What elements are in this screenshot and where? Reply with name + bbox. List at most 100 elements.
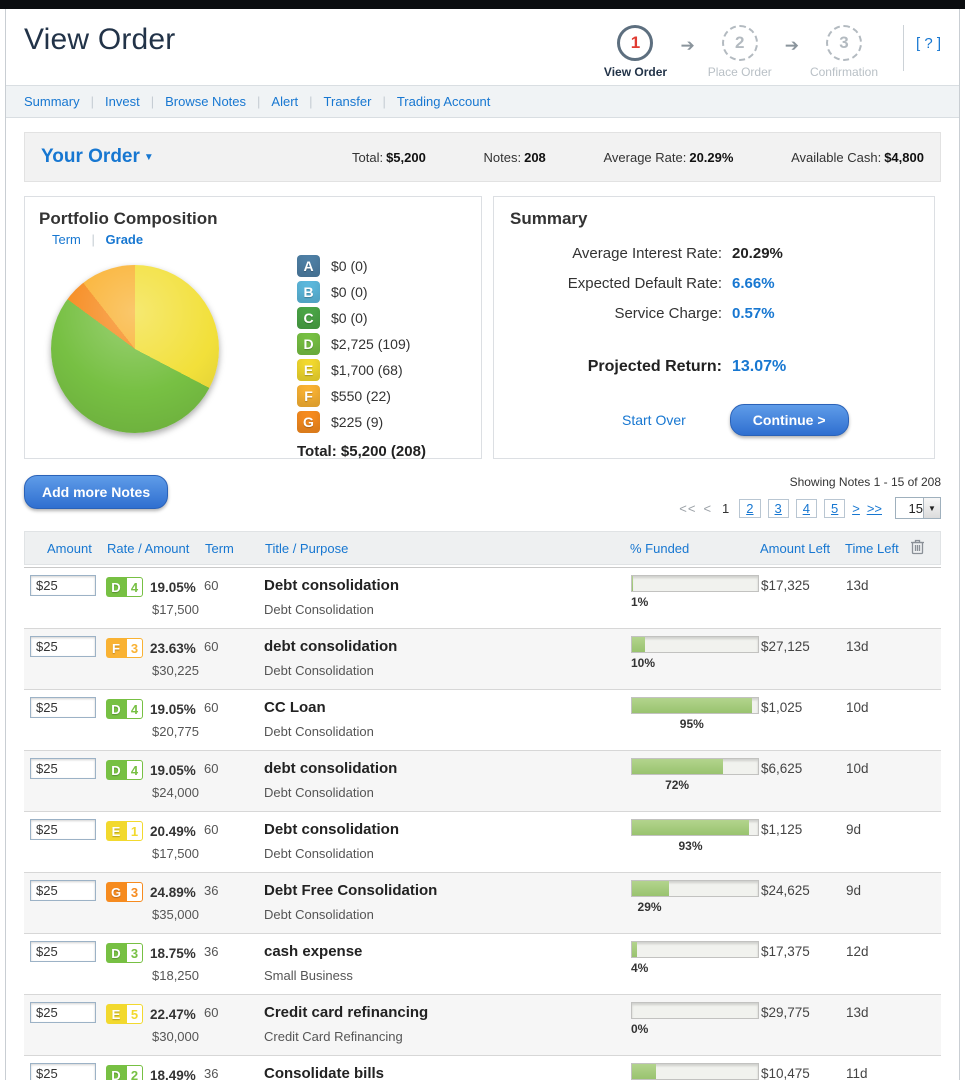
note-title[interactable]: debt consolidation (264, 636, 631, 660)
note-title[interactable]: Debt Free Consolidation (264, 880, 631, 904)
col-funded: % Funded (630, 541, 760, 556)
term-value: 36 (204, 1063, 264, 1080)
note-title[interactable]: Debt consolidation (264, 819, 631, 843)
rate-cell: E 5 22.47% (106, 1002, 204, 1026)
rate-cell: D 4 19.05% (106, 758, 204, 782)
note-title[interactable]: cash expense (264, 941, 631, 965)
funded-percent-label: 29% (638, 900, 662, 914)
interest-rate: 19.05% (150, 702, 196, 717)
notes-table-header: Amount Rate / Amount Term Title / Purpos… (24, 531, 941, 565)
legend-item: C $0 (0) (297, 305, 410, 331)
amount-left-value: $17,325 (761, 575, 846, 599)
note-title[interactable]: Debt consolidation (264, 575, 631, 599)
note-title[interactable]: Consolidate bills (264, 1063, 631, 1080)
col-title-purpose: Title / Purpose (265, 541, 630, 556)
pager-prev[interactable]: < (703, 501, 712, 516)
tab-term[interactable]: Term (52, 232, 81, 247)
note-amount-input[interactable] (30, 1002, 96, 1023)
funded-progress-bar (631, 880, 759, 897)
time-left-value: 9d (846, 819, 911, 843)
summary-panel: Summary Average Interest Rate:20.29% Exp… (493, 196, 935, 459)
nav-separator: | (257, 94, 260, 109)
pager-last[interactable]: >> (867, 501, 882, 516)
continue-button[interactable]: Continue > (730, 404, 849, 436)
funded-progress-fill (632, 759, 723, 774)
grade-subgrade: 3 (126, 943, 143, 963)
loan-amount: $17,500 (106, 602, 204, 622)
loan-amount: $24,000 (106, 785, 204, 805)
funded-cell: 19% (631, 1063, 761, 1080)
page-size-select[interactable]: 15 ▼ (895, 497, 941, 519)
note-amount-input[interactable] (30, 819, 96, 840)
term-value: 60 (204, 636, 264, 660)
nav-item-invest[interactable]: Invest (105, 94, 140, 109)
note-amount-input[interactable] (30, 758, 96, 779)
pager-first[interactable]: << (679, 501, 696, 516)
nav-item-browse-notes[interactable]: Browse Notes (165, 94, 246, 109)
nav-item-transfer[interactable]: Transfer (324, 94, 372, 109)
interest-rate: 18.75% (150, 946, 196, 961)
col-amount-left: Amount Left (760, 541, 845, 556)
tab-separator: | (92, 232, 95, 247)
nav-item-trading-account[interactable]: Trading Account (397, 94, 490, 109)
table-row: D 4 19.05% $24,000 60 debt consolidation… (24, 750, 941, 811)
note-title[interactable]: debt consolidation (264, 758, 631, 782)
time-left-value: 12d (846, 941, 911, 965)
step-confirmation: 3 Confirmation (801, 25, 887, 79)
term-value: 36 (204, 880, 264, 904)
pager-page-3[interactable]: 3 (768, 499, 789, 518)
funded-progress-bar (631, 819, 759, 836)
table-row: D 2 18.49% $13,000 36 Consolidate bills … (24, 1055, 941, 1080)
delete-all-trash-icon[interactable] (910, 538, 940, 558)
grade-swatch: G (297, 411, 320, 433)
grade-badge: D 4 (106, 699, 143, 719)
rate-cell: G 3 24.89% (106, 880, 204, 904)
grade-swatch: B (297, 281, 320, 303)
nav-item-alert[interactable]: Alert (271, 94, 298, 109)
table-row: G 3 24.89% $35,000 36 Debt Free Consolid… (24, 872, 941, 933)
note-purpose: Debt Consolidation (264, 602, 631, 622)
grade-badge: D 3 (106, 943, 143, 963)
note-amount-input[interactable] (30, 636, 96, 657)
interest-rate: 22.47% (150, 1007, 196, 1022)
your-order-dropdown[interactable]: Your Order▼ (41, 146, 154, 168)
note-amount-input[interactable] (30, 880, 96, 901)
note-amount-input[interactable] (30, 1063, 96, 1080)
pager-next[interactable]: > (852, 501, 860, 516)
amount-left-value: $24,625 (761, 880, 846, 904)
grade-letter: D (106, 760, 126, 780)
tab-grade[interactable]: Grade (106, 232, 144, 247)
grade-badge: E 1 (106, 821, 143, 841)
add-more-notes-button[interactable]: Add more Notes (24, 475, 168, 509)
summary-row-default: Expected Default Rate:6.66% (510, 275, 918, 292)
term-value: 60 (204, 758, 264, 782)
showing-notes-text: Showing Notes 1 - 15 of 208 (679, 475, 941, 489)
help-icon[interactable]: [ ? ] (916, 35, 941, 52)
pager-page-2[interactable]: 2 (739, 499, 760, 518)
note-amount-input[interactable] (30, 697, 96, 718)
pager-page-5[interactable]: 5 (824, 499, 845, 518)
legend-value: $0 (0) (331, 310, 368, 326)
rate-cell: E 1 20.49% (106, 819, 204, 843)
nav-item-summary[interactable]: Summary (24, 94, 80, 109)
your-order-bar: Your Order▼ Total:$5,200 Notes:208 Avera… (24, 132, 941, 182)
note-amount-input[interactable] (30, 575, 96, 596)
rate-cell: F 3 23.63% (106, 636, 204, 660)
funded-percent-label: 93% (679, 839, 703, 853)
note-title[interactable]: CC Loan (264, 697, 631, 721)
step-2-label: Place Order (708, 65, 772, 79)
note-amount-input[interactable] (30, 941, 96, 962)
amount-left-value: $29,775 (761, 1002, 846, 1026)
step-1-label: View Order (604, 65, 667, 79)
pager-page-4[interactable]: 4 (796, 499, 817, 518)
portfolio-composition-panel: Portfolio Composition Term | Grade A $0 … (24, 196, 482, 459)
step-1-circle: 1 (617, 25, 653, 61)
rate-cell: D 3 18.75% (106, 941, 204, 965)
note-title[interactable]: Credit card refinancing (264, 1002, 631, 1026)
start-over-link[interactable]: Start Over (622, 412, 686, 428)
funded-cell: 0% (631, 1002, 761, 1049)
funded-percent-label: 4% (631, 961, 648, 975)
table-row: D 4 19.05% $20,775 60 CC Loan Debt Conso… (24, 689, 941, 750)
step-place-order: 2 Place Order (697, 25, 783, 79)
grade-subgrade: 4 (126, 577, 143, 597)
